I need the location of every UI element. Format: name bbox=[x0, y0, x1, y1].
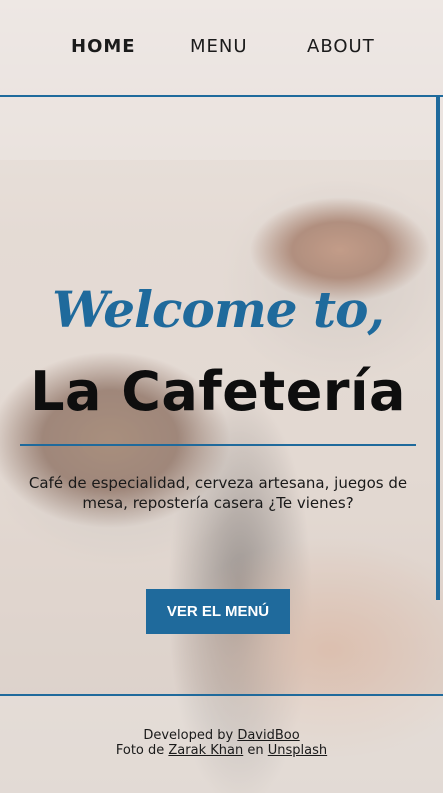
hero-divider bbox=[20, 444, 416, 446]
footer-divider bbox=[0, 694, 443, 696]
page-title: La Cafetería bbox=[30, 360, 406, 423]
photographer-link[interactable]: Zarak Khan bbox=[168, 743, 243, 758]
main-nav: HOME MENU ABOUT bbox=[0, 0, 443, 95]
hero-side-accent bbox=[436, 95, 440, 600]
welcome-heading: Welcome to, bbox=[52, 280, 385, 339]
view-menu-button[interactable]: VER EL MENÚ bbox=[146, 589, 290, 634]
unsplash-link[interactable]: Unsplash bbox=[268, 743, 327, 758]
credits-developer: Developed by DavidBoo bbox=[0, 728, 443, 743]
photo-by-label: Foto de bbox=[115, 743, 165, 758]
hero-section: Welcome to, La Cafetería Café de especia… bbox=[0, 160, 436, 695]
nav-about-link[interactable]: ABOUT bbox=[307, 36, 375, 57]
photo-source-label: en bbox=[247, 743, 264, 758]
developer-link[interactable]: DavidBoo bbox=[237, 728, 299, 743]
nav-home-link[interactable]: HOME bbox=[71, 36, 136, 57]
nav-divider bbox=[0, 95, 443, 97]
developed-by-label: Developed by bbox=[143, 728, 234, 743]
hero-tagline: Café de especialidad, cerveza artesana, … bbox=[28, 474, 408, 512]
footer: Developed by DavidBoo Foto de Zarak Khan… bbox=[0, 728, 443, 758]
credits-photo: Foto de Zarak Khan en Unsplash bbox=[0, 743, 443, 758]
nav-menu-link[interactable]: MENU bbox=[190, 36, 248, 57]
